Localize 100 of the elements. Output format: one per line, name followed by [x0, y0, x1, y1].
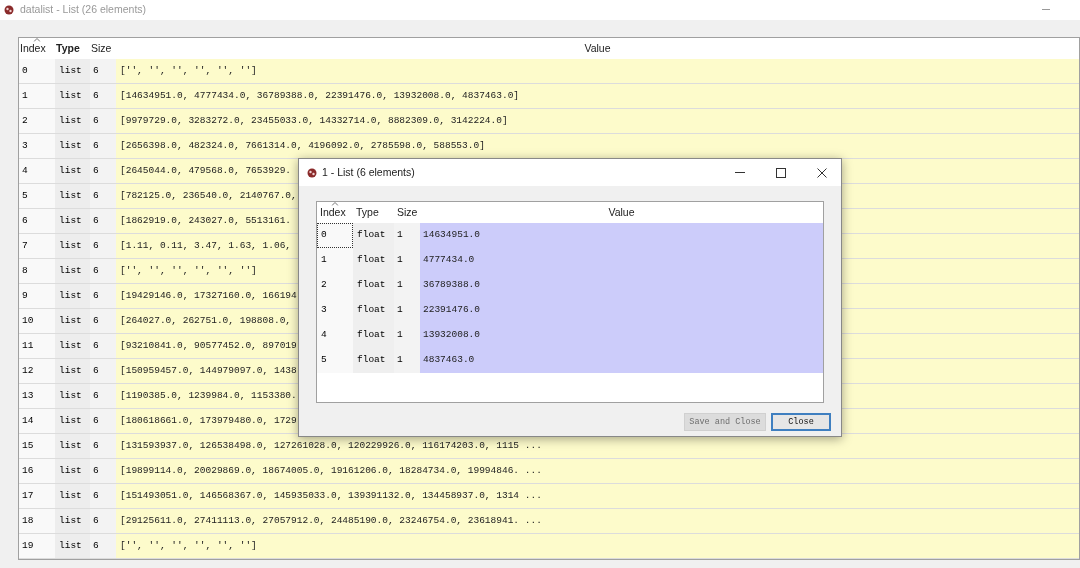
- table-cell: float: [353, 348, 394, 373]
- table-cell: 5: [317, 348, 353, 373]
- table-cell: list: [55, 84, 90, 108]
- table-cell: ['', '', '', '', '', '']: [116, 59, 1079, 83]
- table-cell: list: [55, 184, 90, 208]
- table-cell: 6: [90, 534, 116, 558]
- table-cell: 6: [90, 384, 116, 408]
- table-cell: 6: [90, 109, 116, 133]
- table-cell: 6: [90, 334, 116, 358]
- close-icon[interactable]: [817, 167, 827, 178]
- table-cell: 1: [394, 348, 420, 373]
- table-cell: 6: [90, 159, 116, 183]
- table-cell: 6: [90, 434, 116, 458]
- table-cell: float: [353, 273, 394, 298]
- table-cell: list: [55, 484, 90, 508]
- table-cell: [131593937.0, 126538498.0, 127261028.0, 120229926.0, 116174203.0, 1115 ...: [116, 434, 1079, 458]
- table-cell: 17: [19, 484, 55, 508]
- table-cell: 6: [90, 134, 116, 158]
- table-cell: 6: [19, 209, 55, 233]
- table-cell: 22391476.0: [420, 298, 823, 323]
- close-button[interactable]: Close: [771, 413, 831, 431]
- table-cell: [29125611.0, 27411113.0, 27057912.0, 24485190.0, 23246754.0, 23618941. ...: [116, 509, 1079, 533]
- table-cell: list: [55, 509, 90, 533]
- table-cell: 6: [90, 309, 116, 333]
- table-cell: 0: [317, 223, 353, 248]
- maximize-icon[interactable]: [776, 167, 786, 178]
- table-cell: 6: [90, 284, 116, 308]
- table-cell: float: [353, 323, 394, 348]
- table-cell: [151493051.0, 146568367.0, 145935033.0, 139391132.0, 134458937.0, 1314 ...: [116, 484, 1079, 508]
- table-cell: [14634951.0, 4777434.0, 36789388.0, 22391476.0, 13932008.0, 4837463.0]: [116, 84, 1079, 108]
- table-cell: 6: [90, 459, 116, 483]
- table-cell: 6: [90, 409, 116, 433]
- table-cell: 1: [19, 84, 55, 108]
- table-cell: 2: [19, 109, 55, 133]
- table-cell: 4777434.0: [420, 248, 823, 273]
- table-cell: 6: [90, 259, 116, 283]
- table-cell: 6: [90, 209, 116, 233]
- table-cell: 13: [19, 384, 55, 408]
- table-cell: 5: [19, 184, 55, 208]
- table-cell: 3: [317, 298, 353, 323]
- app-icon: [4, 5, 14, 15]
- table-cell: 2: [317, 273, 353, 298]
- table-cell: list: [55, 59, 90, 83]
- table-cell: 6: [90, 84, 116, 108]
- table-cell: list: [55, 409, 90, 433]
- table-cell: list: [55, 384, 90, 408]
- table-cell: 0: [19, 59, 55, 83]
- table-cell: 6: [90, 59, 116, 83]
- column-header[interactable]: Value: [116, 38, 1079, 59]
- table-cell: list: [55, 134, 90, 158]
- table-cell: 4: [317, 323, 353, 348]
- table-cell: list: [55, 359, 90, 383]
- table-cell: list: [55, 234, 90, 258]
- table-cell: 1: [394, 248, 420, 273]
- table-cell: list: [55, 534, 90, 558]
- table-cell: 15: [19, 434, 55, 458]
- minimize-icon[interactable]: [735, 171, 745, 174]
- column-header[interactable]: Size: [90, 38, 116, 59]
- table-cell: 1: [394, 273, 420, 298]
- table-cell: 19: [19, 534, 55, 558]
- table-cell: list: [55, 159, 90, 183]
- table-cell: 6: [90, 234, 116, 258]
- table-cell: ['', '', '', '', '', '']: [116, 534, 1079, 558]
- table-cell: 36789388.0: [420, 273, 823, 298]
- column-header[interactable]: Type: [55, 38, 90, 59]
- table-cell: 1: [394, 323, 420, 348]
- table-cell: 6: [90, 359, 116, 383]
- table-cell: list: [55, 459, 90, 483]
- table-cell: list: [55, 209, 90, 233]
- table-cell: 16: [19, 459, 55, 483]
- table-cell: 10: [19, 309, 55, 333]
- table-cell: 1: [394, 223, 420, 248]
- table-cell: 14: [19, 409, 55, 433]
- table-cell: 6: [90, 184, 116, 208]
- column-header[interactable]: Index: [19, 38, 55, 59]
- table-cell: [19899114.0, 20029869.0, 18674005.0, 19161206.0, 18284734.0, 19994846. ...: [116, 459, 1079, 483]
- table-cell: 9: [19, 284, 55, 308]
- table-cell: list: [55, 309, 90, 333]
- table-cell: 14634951.0: [420, 223, 823, 248]
- table-cell: 8: [19, 259, 55, 283]
- table-cell: [9979729.0, 3283272.0, 23455033.0, 14332714.0, 8882309.0, 3142224.0]: [116, 109, 1079, 133]
- table-cell: [2656398.0, 482324.0, 7661314.0, 4196092.0, 2785598.0, 588553.0]: [116, 134, 1079, 158]
- window-title: datalist - List (26 elements): [20, 2, 147, 18]
- table-cell: 1: [394, 298, 420, 323]
- table-cell: 4: [19, 159, 55, 183]
- table-cell: 13932008.0: [420, 323, 823, 348]
- table-cell: 1: [317, 248, 353, 273]
- table-cell: 12: [19, 359, 55, 383]
- table-cell: list: [55, 109, 90, 133]
- table-cell: 11: [19, 334, 55, 358]
- table-cell: 18: [19, 509, 55, 533]
- table-cell: 6: [90, 509, 116, 533]
- table-cell: list: [55, 334, 90, 358]
- table-cell: 4837463.0: [420, 348, 823, 373]
- table-cell: float: [353, 223, 394, 248]
- table-cell: list: [55, 434, 90, 458]
- table-cell: list: [55, 284, 90, 308]
- table-cell: float: [353, 298, 394, 323]
- table-cell: 7: [19, 234, 55, 258]
- table-cell: list: [55, 259, 90, 283]
